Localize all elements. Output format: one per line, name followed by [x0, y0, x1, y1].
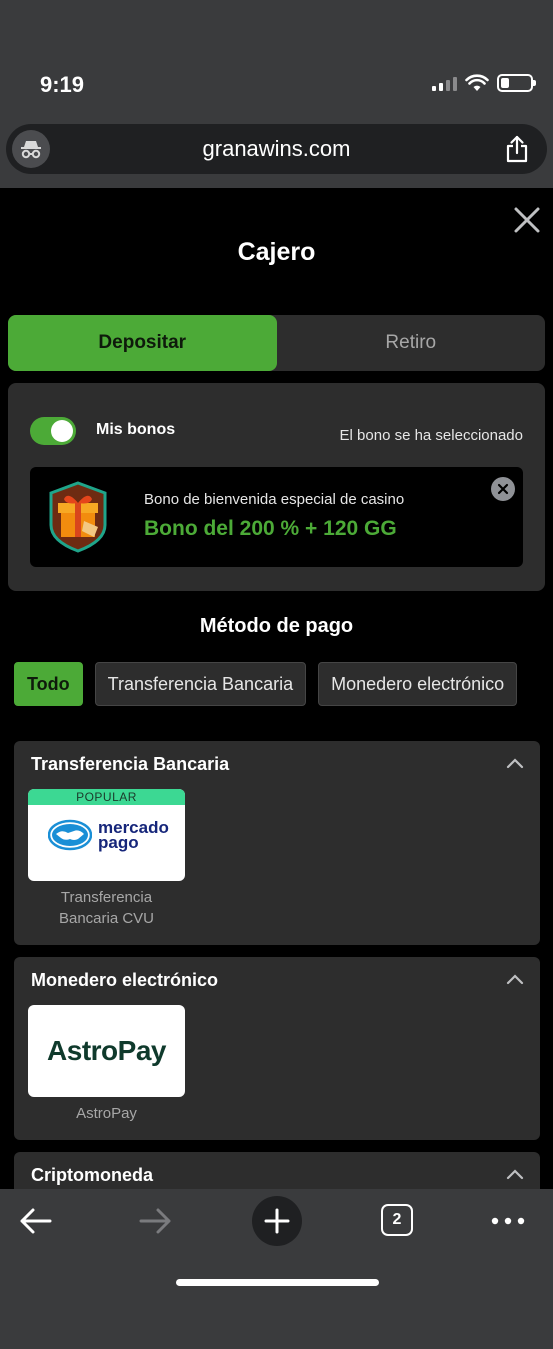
section-title: Transferencia Bancaria: [31, 754, 230, 774]
page-title: Cajero: [237, 238, 316, 266]
bonus-toggle-label: Mis bonos: [96, 421, 176, 438]
section-title: Criptomoneda: [31, 1165, 154, 1185]
filter-transferencia[interactable]: Transferencia Bancaria: [94, 662, 307, 706]
payment-filters: Todo Transferencia Bancaria Monedero ele…: [14, 662, 518, 706]
back-arrow-icon[interactable]: [18, 1205, 52, 1237]
method-mercado-pago[interactable]: POPULAR mercado pago: [28, 789, 185, 881]
tabs-button[interactable]: 2: [381, 1204, 413, 1236]
payment-method-title: Método de pago: [199, 615, 354, 637]
mercado-pago-logo: mercado pago: [48, 819, 169, 851]
browser-toolbar: 2: [0, 1189, 553, 1349]
url-text: granawins.com: [202, 136, 351, 161]
remove-bonus-icon[interactable]: [491, 477, 515, 501]
new-tab-button[interactable]: [252, 1196, 302, 1246]
status-icons: [432, 74, 536, 92]
wifi-icon: [465, 74, 489, 91]
method-label: Transferencia Bancaria CVU: [28, 887, 185, 929]
section-title: Monedero electrónico: [31, 970, 219, 990]
bonus-amount: Bono del 200 % + 120 GG: [144, 517, 397, 540]
handshake-icon: [48, 819, 92, 851]
share-icon[interactable]: [505, 135, 529, 163]
chevron-up-icon[interactable]: [506, 757, 524, 769]
home-indicator: [176, 1279, 379, 1286]
battery-icon: [497, 74, 536, 92]
bonus-description: Bono de bienvenida especial de casino: [144, 491, 405, 508]
browser-chrome: 9:19 granawins.com: [0, 0, 553, 188]
chevron-up-icon[interactable]: [506, 1168, 524, 1180]
forward-arrow-icon[interactable]: [139, 1205, 173, 1237]
method-astropay[interactable]: AstroPay: [28, 1005, 185, 1097]
section-transferencia: Transferencia Bancaria POPULAR mercado p…: [14, 741, 540, 945]
method-label: AstroPay: [76, 1105, 137, 1122]
url-bar[interactable]: granawins.com: [6, 124, 547, 174]
tab-retiro[interactable]: Retiro: [277, 315, 546, 371]
gift-icon: [49, 481, 107, 553]
section-monedero: Monedero electrónico AstroPay AstroPay: [14, 957, 540, 1140]
close-icon[interactable]: [513, 206, 541, 234]
mp-text-line-2: pago: [98, 833, 139, 852]
selected-bonus: Bono de bienvenida especial de casino Bo…: [30, 467, 523, 567]
astropay-logo: AstroPay: [47, 1035, 166, 1066]
status-time: 9:19: [40, 72, 85, 97]
method-label-line-2: Bancaria CVU: [58, 910, 155, 927]
bonus-toggle[interactable]: [30, 417, 76, 445]
bonus-card: Mis bonos El bono se ha seleccionado Bon…: [8, 383, 545, 591]
tab-depositar[interactable]: Depositar: [8, 315, 277, 371]
signal-icon: [432, 75, 457, 91]
chevron-up-icon[interactable]: [506, 973, 524, 985]
plus-icon: [264, 1208, 290, 1234]
more-icon[interactable]: [490, 1205, 526, 1237]
filter-monedero[interactable]: Monedero electrónico: [318, 662, 518, 706]
bonus-status: El bono se ha seleccionado: [339, 427, 523, 444]
method-label-line-1: Transferencia: [60, 889, 153, 906]
cashier-tabs: Depositar Retiro: [8, 315, 545, 371]
popular-badge: POPULAR: [28, 789, 185, 805]
filter-todo[interactable]: Todo: [14, 662, 83, 706]
